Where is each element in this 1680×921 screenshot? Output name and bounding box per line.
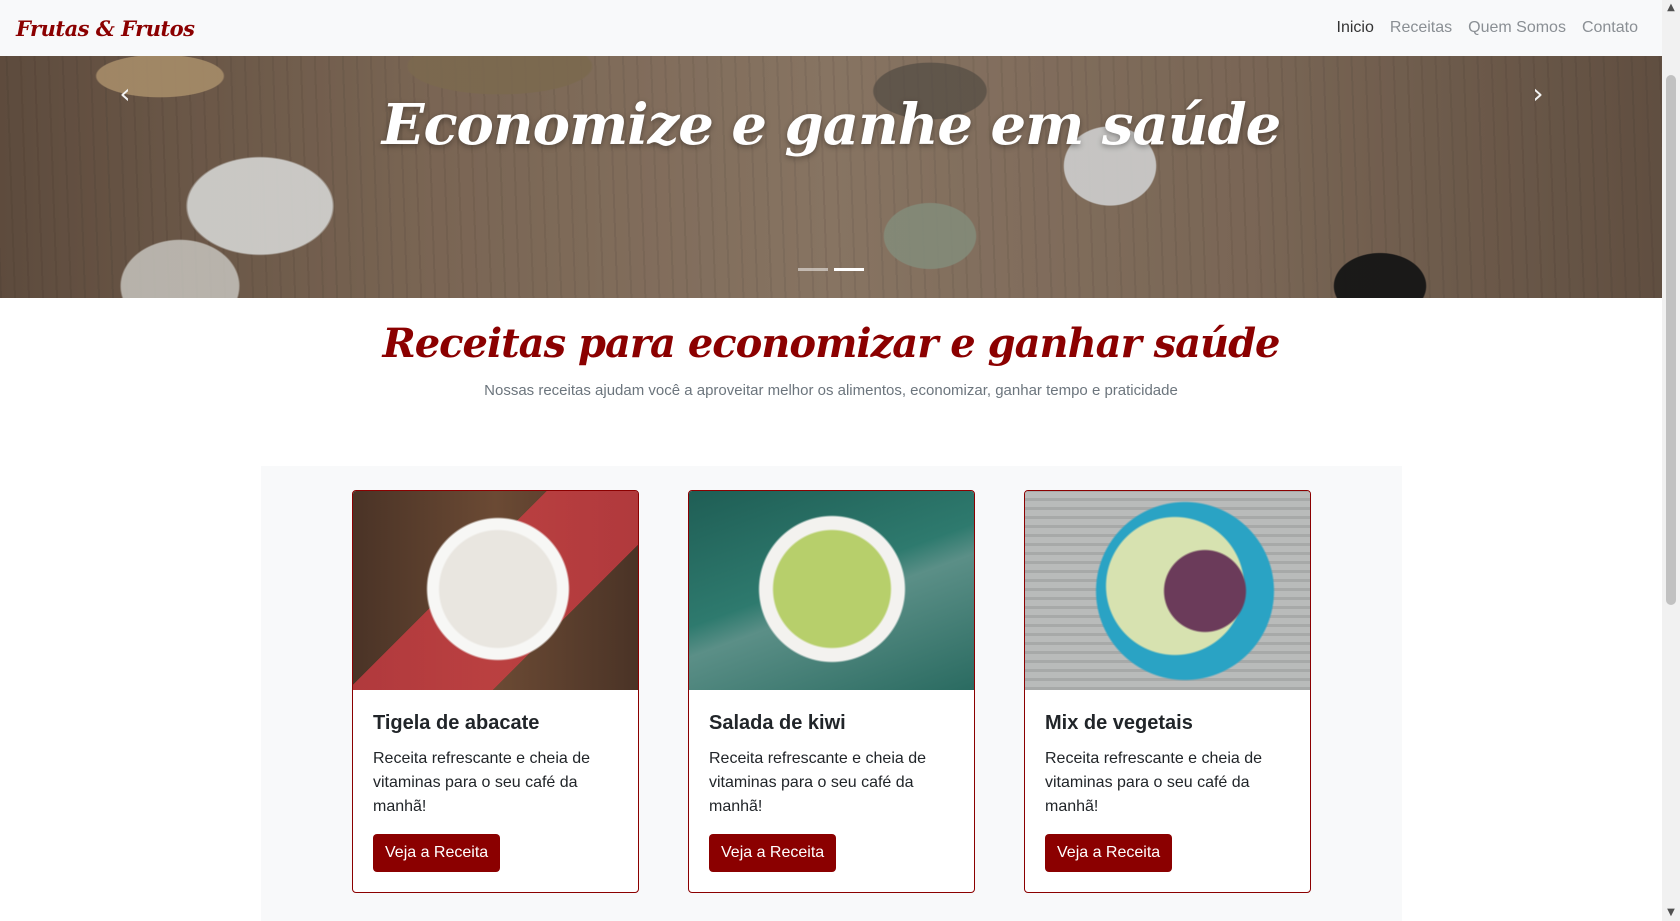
- card-title: Salada de kiwi: [709, 712, 846, 734]
- card-body: Mix de vegetais Receita refrescante e ch…: [1025, 690, 1310, 892]
- recipe-image-avocado-bowl: [353, 491, 638, 690]
- card-title: Tigela de abacate: [373, 712, 540, 734]
- hero-carousel: ‹ Economize e ganhe em saúde ›: [0, 56, 1662, 298]
- scrollbar-thumb[interactable]: [1666, 75, 1676, 605]
- section-subtitle: Nossas receitas ajudam você a aproveitar…: [484, 382, 1178, 399]
- view-recipe-button[interactable]: Veja a Receita: [1045, 834, 1173, 872]
- recipe-card-mix-vegetais: Mix de vegetais Receita refrescante e ch…: [1024, 490, 1311, 893]
- page-scrollbar[interactable]: ▲ ▼: [1662, 0, 1680, 921]
- card-text: Receita refrescante e cheia de vitaminas…: [373, 750, 591, 815]
- hero-title: Economize e ganhe em saúde: [381, 92, 1281, 158]
- view-recipe-button[interactable]: Veja a Receita: [709, 834, 837, 872]
- section-title: Receitas para economizar e ganhar saúde: [382, 320, 1280, 367]
- recipe-cards-container: Tigela de abacate Receita refrescante e …: [261, 466, 1402, 921]
- card-title: Mix de vegetais: [1045, 712, 1193, 734]
- card-text: Receita refrescante e cheia de vitaminas…: [1045, 750, 1263, 815]
- recipe-card-salada-kiwi: Salada de kiwi Receita refrescante e che…: [688, 490, 975, 893]
- carousel-indicator-2[interactable]: [834, 268, 864, 271]
- carousel-next-icon[interactable]: ›: [1518, 77, 1558, 110]
- top-navbar: Frutas & Frutos Inicio Receitas Quem Som…: [0, 0, 1662, 56]
- nav-link-quem-somos[interactable]: Quem Somos: [1460, 19, 1574, 37]
- scroll-down-icon[interactable]: ▼: [1662, 905, 1680, 921]
- card-text: Receita refrescante e cheia de vitaminas…: [709, 750, 927, 815]
- nav-link-receitas[interactable]: Receitas: [1382, 19, 1460, 37]
- card-body: Salada de kiwi Receita refrescante e che…: [689, 690, 974, 892]
- card-body: Tigela de abacate Receita refrescante e …: [353, 690, 638, 892]
- recipe-card-tigela-abacate: Tigela de abacate Receita refrescante e …: [352, 490, 639, 893]
- carousel-indicators: [798, 268, 864, 271]
- nav-links: Inicio Receitas Quem Somos Contato: [1329, 19, 1646, 37]
- nav-link-contato[interactable]: Contato: [1574, 19, 1646, 37]
- carousel-indicator-1[interactable]: [798, 268, 828, 271]
- scroll-up-icon[interactable]: ▲: [1662, 0, 1680, 16]
- view-recipe-button[interactable]: Veja a Receita: [373, 834, 501, 872]
- recipe-image-vegetable-mix: [1025, 491, 1310, 690]
- nav-link-inicio[interactable]: Inicio: [1329, 19, 1382, 37]
- brand-logo[interactable]: Frutas & Frutos: [16, 16, 195, 41]
- recipe-image-kiwi-salad: [689, 491, 974, 690]
